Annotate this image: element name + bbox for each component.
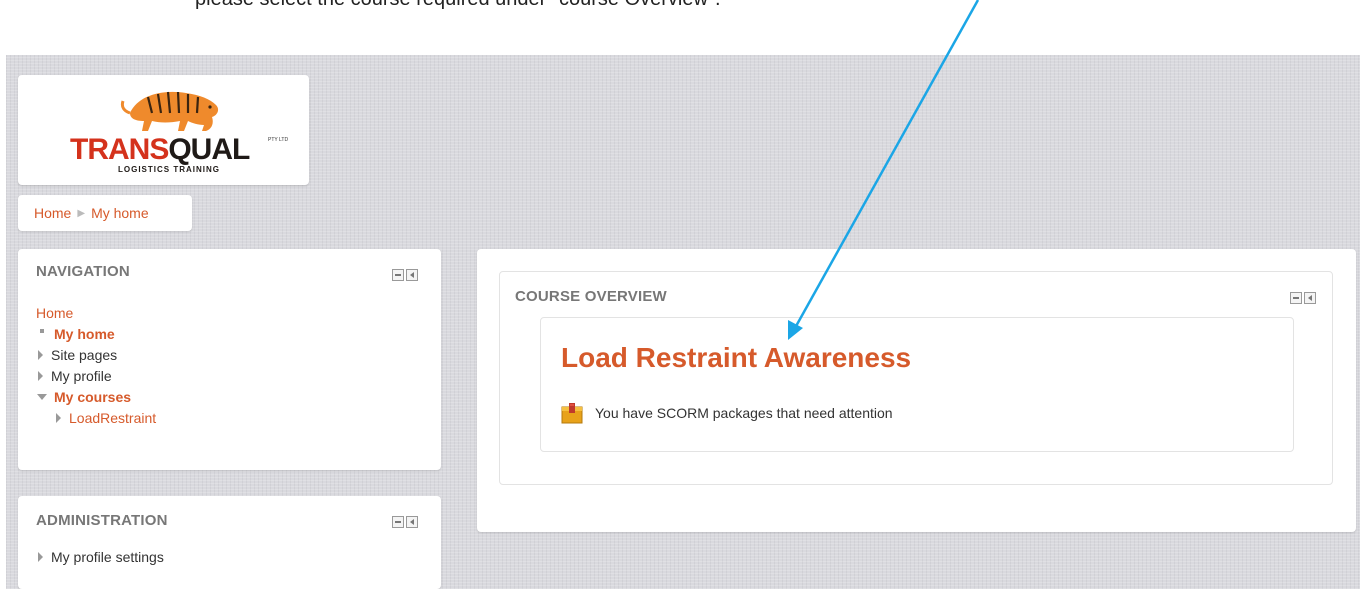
administration-collapse-icon[interactable] [392,516,404,528]
breadcrumb-separator-icon: ▶ [77,207,86,219]
nav-item-site-pages[interactable]: Site pages [36,344,156,365]
course-overview-block: COURSE OVERVIEW Load Restraint Awareness… [499,271,1333,485]
nav-item-my-home: My home [36,323,156,344]
nav-my-profile-label: My profile [51,367,112,384]
navigation-block: NAVIGATION Home My home Site pages My pr… [18,249,441,470]
course-overview-title: COURSE OVERVIEW [515,288,667,305]
nav-loadrestraint-link[interactable]: LoadRestraint [69,410,156,426]
brand-pty-ltd: PTY LTD [268,137,289,143]
course-title-link[interactable]: Load Restraint Awareness [561,342,911,374]
brand-subtitle: LOGISTICS TRAINING [118,165,220,174]
site-logo[interactable]: TRANSQUAL PTY LTD LOGISTICS TRAINING [18,75,309,185]
navigation-tree: Home My home Site pages My profile My co… [36,302,156,428]
nav-item-loadrestraint[interactable]: LoadRestraint [36,407,156,428]
nav-item-my-courses[interactable]: My courses [36,386,156,407]
bullet-square-icon [40,328,44,333]
course-overview-collapse-icon[interactable] [1290,292,1302,304]
nav-my-courses-label: My courses [54,388,132,405]
nav-my-home-link[interactable]: My home [54,326,115,342]
expand-arrow-icon [38,349,43,360]
scorm-package-icon[interactable] [561,402,583,424]
instruction-caption: please select the course required under … [195,0,721,11]
collapse-arrow-icon [37,393,47,400]
navigation-collapse-icon[interactable] [392,269,404,281]
expand-arrow-icon [56,412,61,423]
expand-arrow-icon [38,370,43,381]
administration-block-title: ADMINISTRATION [36,512,168,529]
breadcrumb-home-link[interactable]: Home [34,205,71,221]
brand-wordmark-qual: QUAL [168,133,250,166]
navigation-dock-icon[interactable] [406,269,418,281]
scorm-notice: You have SCORM packages that need attent… [561,402,893,424]
course-card: Load Restraint Awareness You have SCORM … [540,317,1294,452]
admin-my-profile-settings-label: My profile settings [51,548,164,565]
expand-arrow-icon [38,551,43,562]
admin-item-my-profile-settings[interactable]: My profile settings [36,546,164,567]
main-content-region: COURSE OVERVIEW Load Restraint Awareness… [477,249,1356,532]
breadcrumb-my-home-link[interactable]: My home [91,205,149,221]
navigation-block-title: NAVIGATION [36,263,130,280]
nav-home-link[interactable]: Home [36,305,73,321]
breadcrumb: Home ▶ My home [18,195,192,231]
administration-tree: My profile settings [36,546,164,567]
nav-site-pages-label: Site pages [51,346,118,363]
scorm-notice-text: You have SCORM packages that need attent… [595,405,893,421]
nav-item-home: Home [36,302,156,323]
brand-wordmark: TRANSQUAL [70,133,250,166]
administration-block: ADMINISTRATION My profile settings [18,496,441,589]
nav-item-my-profile[interactable]: My profile [36,365,156,386]
tiger-logo-icon [120,91,219,131]
administration-dock-icon[interactable] [406,516,418,528]
course-overview-dock-icon[interactable] [1304,292,1316,304]
brand-wordmark-trans: TRANS [70,133,169,166]
